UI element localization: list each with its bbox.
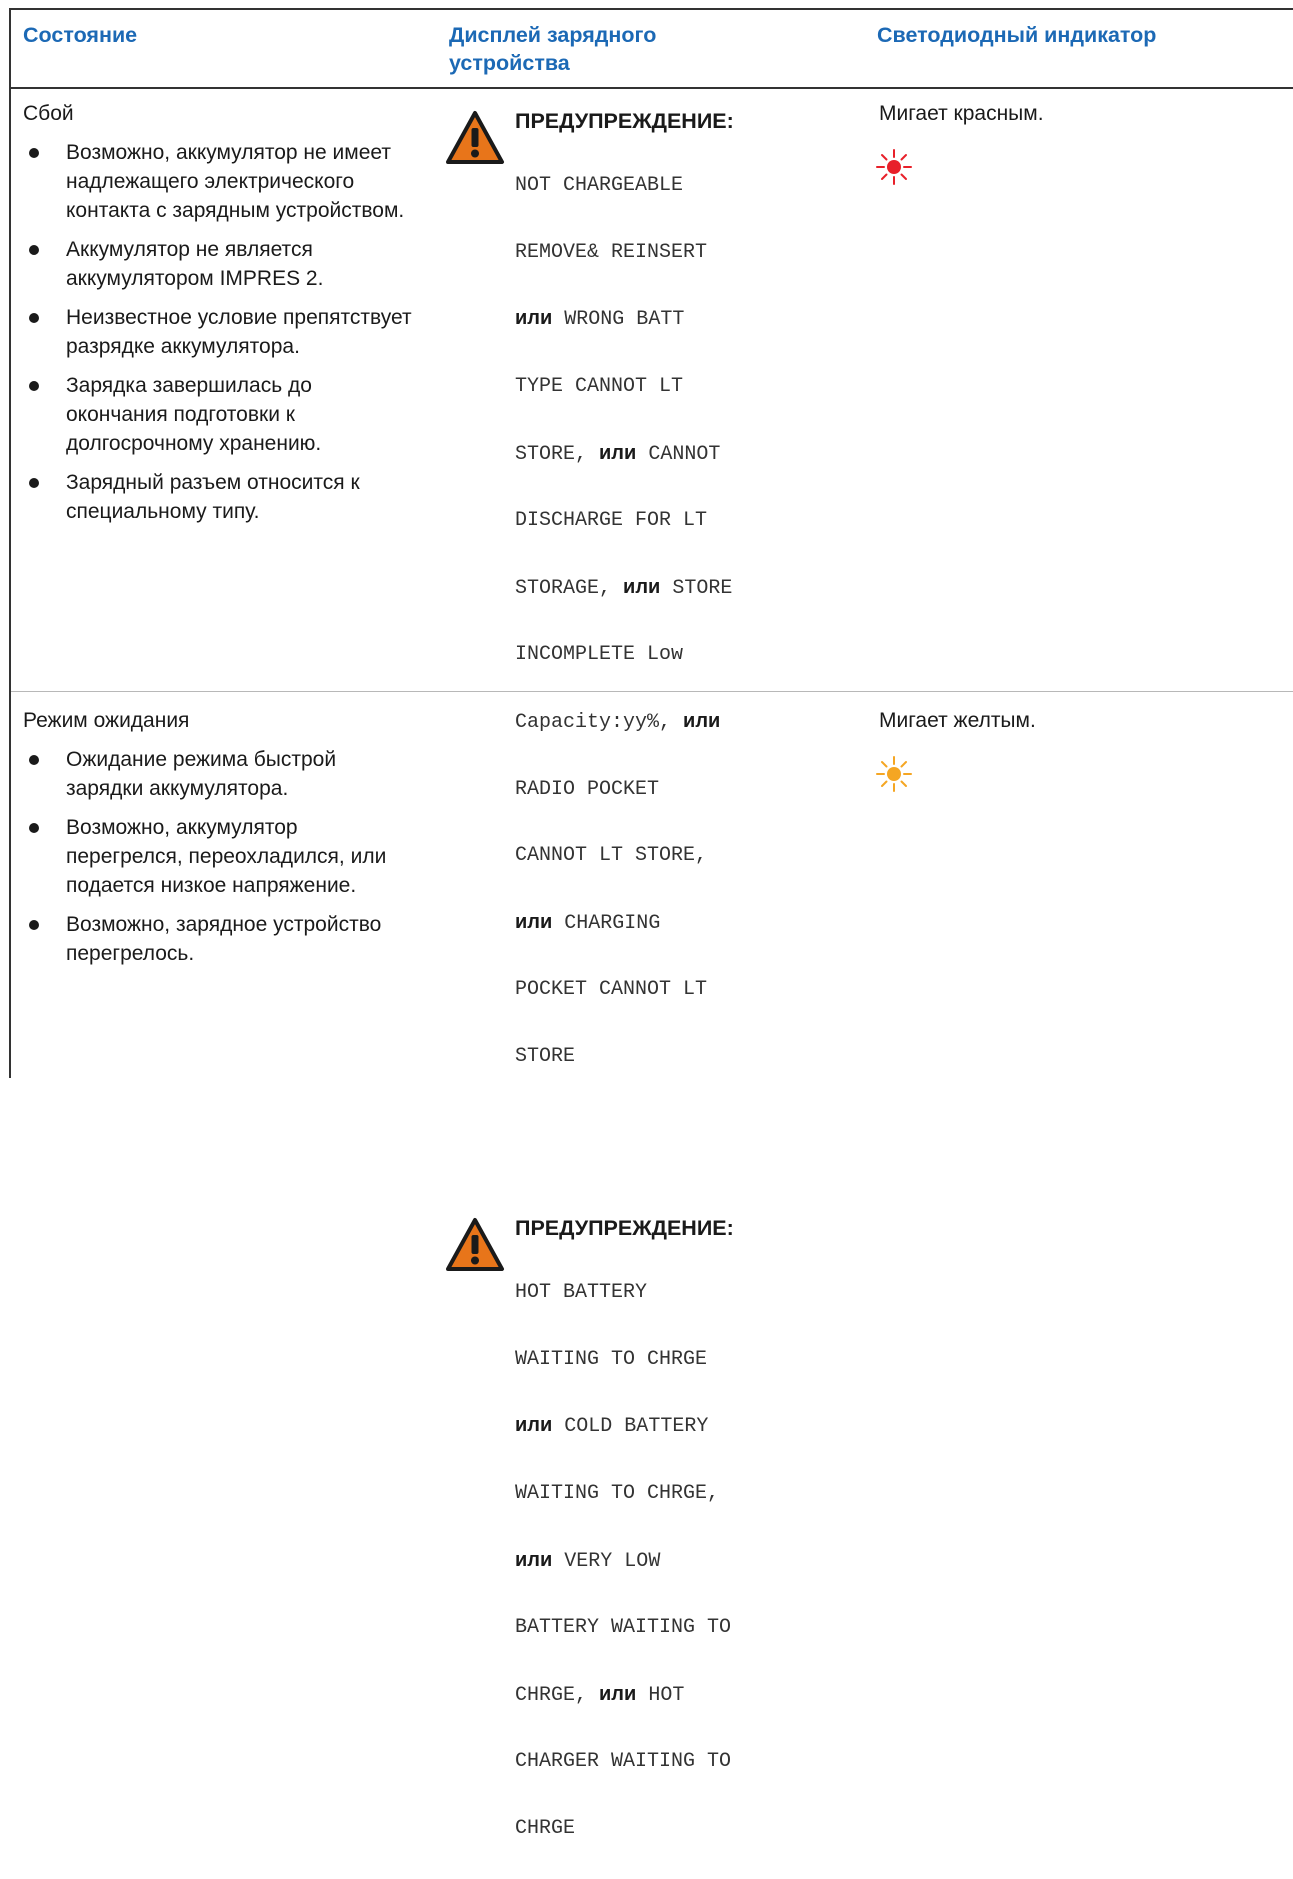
led-description: Мигает красным. — [879, 102, 1044, 125]
table-header: Состояние Дисплей зарядного устройства С… — [11, 10, 1293, 89]
warning-icon — [446, 1218, 504, 1271]
blinking-yellow-led-icon — [876, 756, 912, 792]
list-item: Зарядный разъем относится к специальному… — [23, 468, 413, 526]
display-line: WAITING TO CHRGE, — [515, 1482, 720, 1506]
display-line: REMOVE& REINSERT — [515, 240, 708, 264]
status-title: Режим ожидания — [23, 709, 190, 732]
row-divider — [11, 691, 1293, 692]
row1-display-cell: ПРЕДУПРЕЖДЕНИЕ: NOT CHARGEABLE REMOVE& R… — [445, 106, 865, 1068]
display-line: RADIO POCKET — [515, 777, 660, 801]
row2-display-cell: ПРЕДУПРЕЖДЕНИЕ: HOT BATTERY WAITING TO C… — [445, 1213, 865, 1840]
list-item: Возможно, аккумулятор не имеет надлежаще… — [23, 138, 413, 225]
status-bullet-list: Ожидание режима быстрой зарядки аккумуля… — [23, 745, 413, 968]
display-line: CHRGE, или HOT — [515, 1682, 685, 1707]
display-line: CHRGE — [515, 1817, 576, 1841]
display-line: TYPE CANNOT LT — [515, 375, 684, 399]
led-description: Мигает желтым. — [879, 709, 1036, 732]
list-item: Ожидание режима быстрой зарядки аккумуля… — [23, 745, 413, 803]
warning-label: ПРЕДУПРЕЖДЕНИЕ: — [515, 109, 734, 133]
list-item: Зарядка завершилась до окончания подгото… — [23, 371, 413, 458]
list-item: Возможно, зарядное устройство перегрелос… — [23, 910, 413, 968]
charger-status-table: Состояние Дисплей зарядного устройства С… — [9, 8, 1293, 1840]
header-status: Состояние — [23, 23, 138, 47]
display-line: NOT CHARGEABLE — [515, 174, 684, 198]
row1-led-cell: Мигает красным. — [876, 100, 1279, 185]
display-line: BATTERY WAITING TO — [515, 1616, 732, 1640]
header-led-indicator: Светодиодный индикатор — [877, 23, 1157, 47]
row2-status-cell: Режим ожидания Ожидание режима быстрой з… — [23, 707, 413, 968]
display-line: HOT BATTERY — [515, 1281, 648, 1305]
display-line: DISCHARGE FOR LT — [515, 509, 708, 533]
blinking-red-led-icon — [876, 149, 912, 185]
display-line: INCOMPLETE Low — [515, 643, 684, 667]
display-line: или WRONG BATT — [515, 307, 685, 332]
display-line: POCKET CANNOT LT — [515, 978, 708, 1002]
row2-led-cell: Мигает желтым. — [876, 707, 1279, 792]
warning-label: ПРЕДУПРЕЖДЕНИЕ: — [515, 1216, 734, 1240]
charger-display-text: HOT BATTERY WAITING TO CHRGE или COLD BA… — [515, 1243, 835, 1879]
list-item: Возможно, аккумулятор перегрелся, переох… — [23, 813, 413, 900]
status-bullet-list: Возможно, аккумулятор не имеет надлежаще… — [23, 138, 413, 526]
list-item: Неизвестное условие препятствует разрядк… — [23, 303, 413, 361]
display-line: Capacity:yy%, или — [515, 710, 721, 735]
row1-status-cell: Сбой Возможно, аккумулятор не имеет надл… — [23, 100, 413, 526]
charger-display-text: NOT CHARGEABLE REMOVE& REINSERT или WRON… — [515, 136, 835, 1107]
display-line: CANNOT LT STORE, — [515, 844, 708, 868]
display-line: STORE — [515, 1045, 576, 1069]
display-line: или VERY LOW — [515, 1548, 661, 1573]
display-line: STORAGE, или STORE — [515, 575, 733, 600]
display-line: WAITING TO CHRGE — [515, 1347, 708, 1371]
list-item: Аккумулятор не является аккумулятором IM… — [23, 235, 413, 293]
display-line: или COLD BATTERY — [515, 1414, 709, 1439]
status-title: Сбой — [23, 102, 74, 125]
display-line: STORE, или CANNOT — [515, 441, 721, 466]
display-line: или CHARGING — [515, 910, 661, 935]
warning-icon — [446, 111, 504, 164]
header-charger-display: Дисплей зарядного устройства — [449, 23, 657, 75]
display-line: CHARGER WAITING TO — [515, 1750, 732, 1774]
